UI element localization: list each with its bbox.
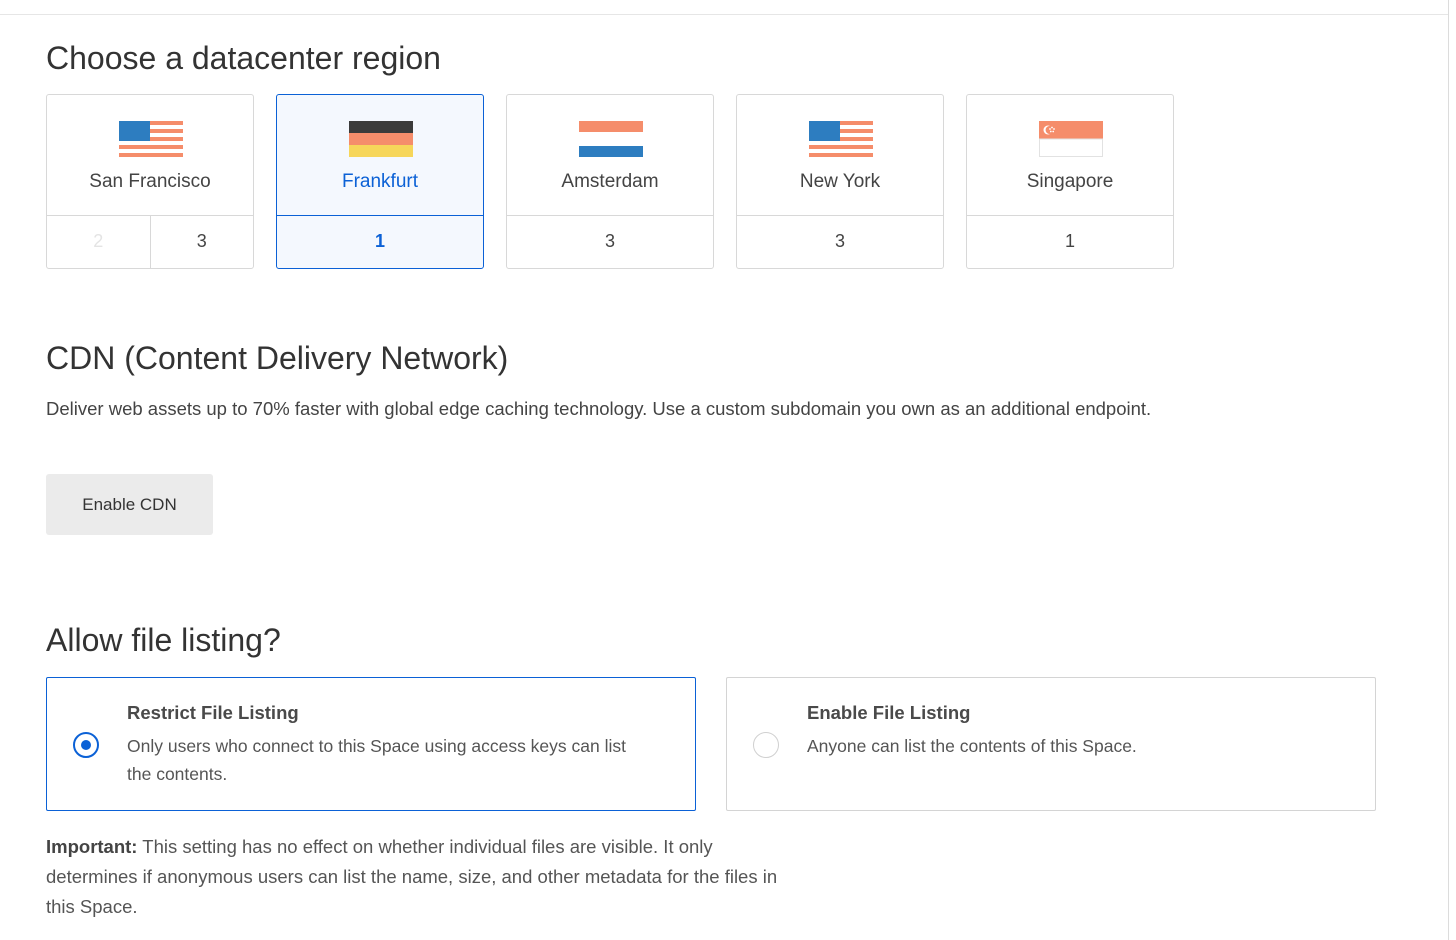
important-text: This setting has no effect on whether in… <box>46 836 778 917</box>
region-name: New York <box>799 171 881 192</box>
datacenter-number-option[interactable]: 1 <box>277 215 483 268</box>
radio-button[interactable] <box>753 732 779 758</box>
cdn-section-title: CDN (Content Delivery Network) <box>46 340 509 376</box>
region-card-new-york[interactable]: New York 3 <box>736 94 944 269</box>
region-list: San Francisco 2 3 Frankfurt 1 Amsterdam … <box>46 94 1178 272</box>
region-card-singapore[interactable]: Singapore 1 <box>966 94 1174 269</box>
restrict-file-listing-option[interactable]: Restrict File Listing Only users who con… <box>46 677 696 811</box>
datacenter-number-option[interactable]: 1 <box>967 215 1173 268</box>
usa-flag-icon <box>119 121 183 157</box>
option-title: Restrict File Listing <box>127 702 299 723</box>
right-divider <box>1448 0 1449 940</box>
important-note: Important: This setting has no effect on… <box>46 832 786 922</box>
datacenter-number-option: 2 <box>93 231 104 251</box>
datacenter-number-option[interactable]: 3 <box>149 215 254 268</box>
region-card-san-francisco[interactable]: San Francisco 2 3 <box>46 94 254 269</box>
region-card-amsterdam[interactable]: Amsterdam 3 <box>506 94 714 269</box>
region-name: San Francisco <box>89 171 211 192</box>
enable-cdn-button[interactable]: Enable CDN <box>46 474 213 535</box>
enable-file-listing-option[interactable]: Enable File Listing Anyone can list the … <box>726 677 1376 811</box>
top-divider <box>0 0 1448 15</box>
option-title: Enable File Listing <box>807 702 971 723</box>
important-label: Important: <box>46 836 138 857</box>
radio-button-selected[interactable] <box>73 732 99 758</box>
datacenter-number-option[interactable]: 3 <box>737 215 943 268</box>
usa-flag-icon <box>809 121 873 157</box>
option-description: Only users who connect to this Space usi… <box>127 736 626 784</box>
datacenter-number-option[interactable]: 3 <box>507 215 713 268</box>
netherlands-flag-icon <box>579 121 643 157</box>
cdn-description: Deliver web assets up to 70% faster with… <box>46 398 1152 419</box>
singapore-flag-icon <box>1039 121 1103 157</box>
region-name: Amsterdam <box>561 171 659 192</box>
region-section-title: Choose a datacenter region <box>46 40 441 76</box>
option-description: Anyone can list the contents of this Spa… <box>807 736 1137 756</box>
region-name: Singapore <box>1026 171 1114 192</box>
region-name: Frankfurt <box>341 171 419 192</box>
germany-flag-icon <box>349 121 413 157</box>
file-listing-section-title: Allow file listing? <box>46 622 281 658</box>
region-card-frankfurt[interactable]: Frankfurt 1 <box>276 94 484 269</box>
